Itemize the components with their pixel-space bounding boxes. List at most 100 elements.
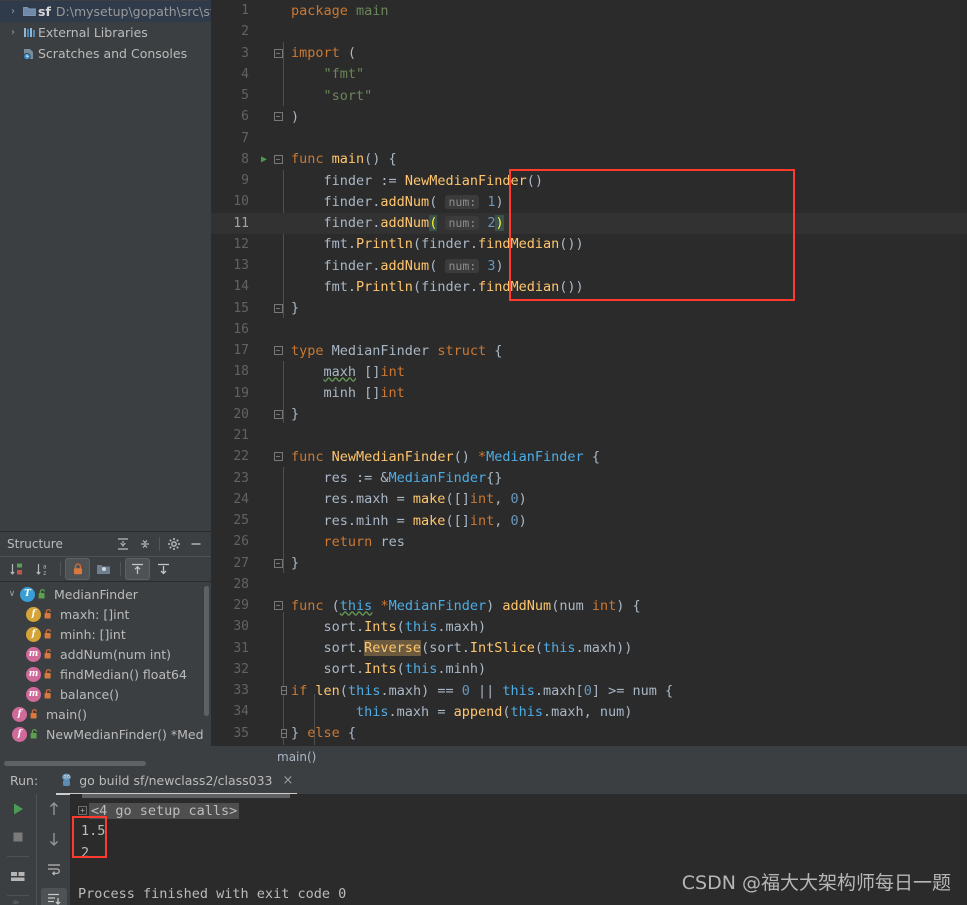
divider bbox=[159, 537, 160, 551]
code-line[interactable]: 16 bbox=[211, 319, 967, 340]
run-tab[interactable]: go build sf/newclass2/class033 × bbox=[56, 767, 298, 795]
code-line[interactable]: 35 − } else { bbox=[211, 723, 967, 744]
divider bbox=[60, 562, 61, 576]
code-line[interactable]: 27 − } bbox=[211, 553, 967, 574]
left-sidebar: › sf D:\mysetup\gopath\src\sf › External… bbox=[0, 0, 211, 767]
code-line[interactable]: 18 maxh []int bbox=[211, 361, 967, 382]
fold-toggle-icon[interactable]: − bbox=[271, 409, 285, 419]
structure-horizontal-scrollbar[interactable] bbox=[4, 761, 146, 766]
close-icon[interactable]: × bbox=[283, 773, 294, 788]
code-line[interactable]: 10 finder.addNum( num: 1) bbox=[211, 191, 967, 212]
breadcrumb[interactable]: main() bbox=[211, 745, 967, 767]
code-line[interactable]: 21 bbox=[211, 425, 967, 446]
show-inherited-icon[interactable] bbox=[125, 558, 150, 580]
code-line[interactable]: 15 − } bbox=[211, 298, 967, 319]
project-tree[interactable]: › sf D:\mysetup\gopath\src\sf › External… bbox=[0, 0, 211, 531]
run-gutter-icon[interactable]: ▶ bbox=[257, 154, 271, 165]
hide-icon[interactable] bbox=[185, 534, 207, 554]
code-line[interactable]: 5 "sort" bbox=[211, 85, 967, 106]
code-line[interactable]: 3 − import ( bbox=[211, 43, 967, 64]
code-line[interactable]: 22 − func NewMedianFinder() *MedianFinde… bbox=[211, 446, 967, 467]
structure-item-newmedianfinder[interactable]: f NewMedianFinder() *Med bbox=[0, 724, 211, 744]
sort-alphabetically-icon[interactable]: a z bbox=[31, 558, 56, 580]
expand-all-icon[interactable] bbox=[112, 534, 134, 554]
code-line[interactable]: 24 res.maxh = make([]int, 0) bbox=[211, 489, 967, 510]
code-line[interactable]: 7 bbox=[211, 128, 967, 149]
ide-window: › sf D:\mysetup\gopath\src\sf › External… bbox=[0, 0, 967, 905]
fold-toggle-icon[interactable]: − bbox=[271, 558, 285, 568]
structure-tree[interactable]: ∨ T MedianFinder f maxh: []int f minh: [… bbox=[0, 582, 211, 767]
code-line[interactable]: 19 minh []int bbox=[211, 383, 967, 404]
show-imported-icon[interactable] bbox=[151, 558, 176, 580]
code-line[interactable]: 6 − ) bbox=[211, 106, 967, 127]
project-tree-row-scratches[interactable]: Scratches and Consoles bbox=[0, 43, 211, 64]
fold-toggle-icon[interactable]: − bbox=[271, 48, 285, 58]
code-line[interactable]: 34 this.maxh = append(this.maxh, num) bbox=[211, 701, 967, 722]
code-line[interactable]: 33 − if len(this.maxh) == 0 || this.maxh… bbox=[211, 680, 967, 701]
rerun-icon[interactable] bbox=[5, 798, 31, 820]
fold-toggle-icon[interactable]: − bbox=[271, 112, 285, 122]
chevron-right-icon[interactable]: › bbox=[6, 27, 20, 38]
fold-toggle-icon[interactable]: − bbox=[271, 686, 288, 696]
code-lines[interactable]: 1 package main 2 3 − import (4 "fmt" 5 … bbox=[211, 0, 967, 745]
show-non-public-icon[interactable] bbox=[65, 558, 90, 580]
soft-wrap-icon[interactable] bbox=[41, 858, 67, 880]
code-line[interactable]: 32 sort.Ints(this.minh) bbox=[211, 659, 967, 680]
code-line-current[interactable]: 11 finder.addNum( num: 2) bbox=[211, 212, 967, 234]
structure-item-balance[interactable]: m balance() bbox=[0, 684, 211, 704]
structure-item-minh[interactable]: f minh: []int bbox=[0, 624, 211, 644]
layout-icon[interactable] bbox=[5, 865, 31, 887]
code-line[interactable]: 17 − type MedianFinder struct { bbox=[211, 340, 967, 361]
chevron-down-icon[interactable]: ∨ bbox=[4, 589, 20, 599]
code-line[interactable]: 23 res := &MedianFinder{} bbox=[211, 468, 967, 489]
code-line[interactable]: 31 sort.Reverse(sort.IntSlice(this.maxh)… bbox=[211, 638, 967, 659]
structure-item-maxh[interactable]: f maxh: []int bbox=[0, 604, 211, 624]
code-line[interactable]: 26 return res bbox=[211, 531, 967, 552]
stop-icon[interactable] bbox=[5, 826, 31, 848]
up-arrow-icon[interactable] bbox=[41, 798, 67, 820]
group-icon[interactable] bbox=[91, 558, 116, 580]
structure-item-main[interactable]: f main() bbox=[0, 704, 211, 724]
project-tree-row-external-libraries[interactable]: › External Libraries bbox=[0, 22, 211, 43]
fold-toggle-icon[interactable]: − bbox=[271, 154, 285, 164]
project-tree-row-sf[interactable]: › sf D:\mysetup\gopath\src\sf bbox=[0, 1, 211, 22]
code-line[interactable]: 14 fmt.Println(finder.findMedian()) bbox=[211, 276, 967, 297]
scroll-to-end-icon[interactable] bbox=[40, 888, 67, 905]
code-line[interactable]: 8 ▶ − func main() { bbox=[211, 149, 967, 170]
fold-toggle-icon[interactable]: − bbox=[271, 303, 285, 313]
structure-item-findmedian[interactable]: m findMedian() float64 bbox=[0, 664, 211, 684]
breadcrumb-main[interactable]: main() bbox=[277, 750, 316, 764]
down-arrow-icon[interactable] bbox=[41, 828, 67, 850]
console-line-folded[interactable]: + <4 go setup calls> bbox=[78, 801, 967, 820]
code-line[interactable]: 12 fmt.Println(finder.findMedian()) bbox=[211, 234, 967, 255]
more-options-icon[interactable]: » bbox=[12, 898, 18, 905]
code-line[interactable]: 28 bbox=[211, 574, 967, 595]
expand-icon[interactable]: + bbox=[78, 806, 87, 815]
structure-item-medianfinder[interactable]: ∨ T MedianFinder bbox=[0, 584, 211, 604]
code-line[interactable]: 20 − } bbox=[211, 404, 967, 425]
chevron-right-icon[interactable]: › bbox=[6, 6, 20, 17]
fold-toggle-icon[interactable]: − bbox=[271, 452, 285, 462]
fold-toggle-icon[interactable]: − bbox=[271, 728, 288, 738]
fold-toggle-icon[interactable]: − bbox=[271, 346, 285, 356]
code-line[interactable]: 13 finder.addNum( num: 3) bbox=[211, 255, 967, 276]
gear-icon[interactable] bbox=[163, 534, 185, 554]
code-editor[interactable]: 1 package main 2 3 − import (4 "fmt" 5 … bbox=[211, 0, 967, 767]
fold-toggle-icon[interactable]: − bbox=[271, 601, 285, 611]
structure-item-addnum[interactable]: m addNum(num int) bbox=[0, 644, 211, 664]
external-libraries-label: External Libraries bbox=[38, 25, 148, 40]
sort-by-visibility-icon[interactable] bbox=[5, 558, 30, 580]
line-number: 27 bbox=[233, 555, 249, 571]
code-line[interactable]: 2 bbox=[211, 21, 967, 42]
code-line[interactable]: 4 "fmt" bbox=[211, 64, 967, 85]
code-line[interactable]: 25 res.minh = make([]int, 0) bbox=[211, 510, 967, 531]
code-line[interactable]: 29 − func (this *MedianFinder) addNum(nu… bbox=[211, 595, 967, 616]
structure-vertical-scrollbar[interactable] bbox=[204, 586, 209, 716]
code-line[interactable]: 30 sort.Ints(this.maxh) bbox=[211, 616, 967, 637]
console-horizontal-scrollbar[interactable] bbox=[82, 794, 290, 798]
line-number: 30 bbox=[233, 619, 249, 635]
watermark: CSDN @福大大架构师每日一题 bbox=[681, 872, 951, 894]
code-line[interactable]: 1 package main bbox=[211, 0, 967, 21]
code-line[interactable]: 9 finder := NewMedianFinder() bbox=[211, 170, 967, 191]
collapse-all-icon[interactable] bbox=[134, 534, 156, 554]
